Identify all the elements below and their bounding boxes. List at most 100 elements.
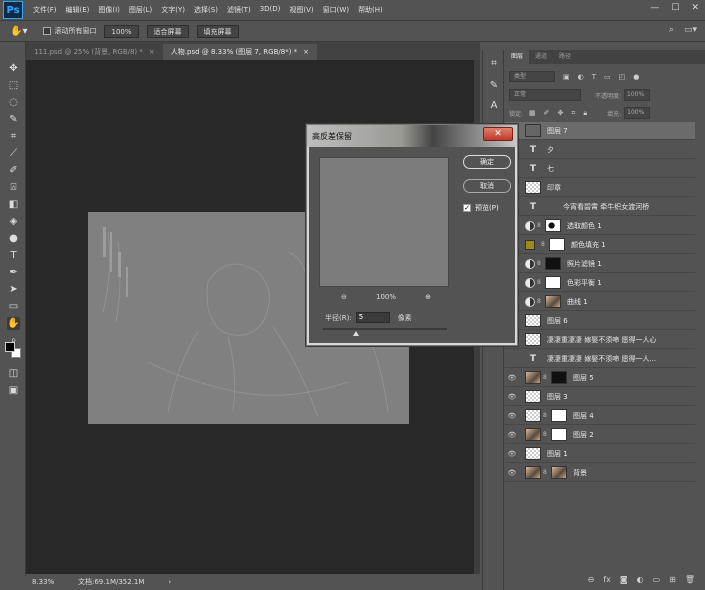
marquee-tool-icon[interactable]: ⬚ <box>7 79 20 92</box>
quick-mask-icon[interactable]: ◫ <box>7 367 20 380</box>
layer-mask[interactable] <box>551 428 567 441</box>
link-icon[interactable]: 8 <box>543 374 549 381</box>
search-icon[interactable]: ⌕ <box>669 25 674 35</box>
layer-row[interactable]: 👁︎ T 今宵看碧霄 牵牛织女渡河桥 <box>505 198 695 216</box>
zoom-level[interactable]: 8.33% <box>32 578 72 586</box>
character-icon[interactable]: A <box>488 100 500 112</box>
filter-toggle-icon[interactable]: ● <box>633 73 639 81</box>
zoom-in-icon[interactable]: ⊕ <box>425 293 431 301</box>
layer-mask[interactable] <box>551 371 567 384</box>
close-icon[interactable]: × <box>303 44 309 60</box>
history-icon[interactable]: ⌗ <box>488 58 500 70</box>
crop-tool-icon[interactable]: ⌗ <box>7 130 20 143</box>
screen-mode-icon[interactable]: ▣ <box>7 384 20 397</box>
workspace-icon[interactable]: ▭▾ <box>684 25 697 35</box>
layer-row[interactable]: 👁︎ 8 图层 4 <box>505 407 695 425</box>
brush-tool-icon[interactable]: ✐ <box>7 164 20 177</box>
smart-filter-icon[interactable]: ◰ <box>619 73 626 81</box>
hand-tool-icon[interactable]: ✋ <box>7 317 20 330</box>
eye-icon[interactable]: 👁︎ <box>505 426 519 444</box>
layer-mask[interactable] <box>545 295 561 308</box>
close-icon[interactable]: × <box>149 44 155 60</box>
menu-window[interactable]: 窗口(W) <box>323 5 349 15</box>
eye-icon[interactable]: 👁︎ <box>505 369 519 387</box>
filter-preview[interactable] <box>319 157 449 287</box>
layer-row[interactable]: 👁︎ T 凄凄重凄凄 嫁娶不须啼 愿得一人... <box>505 350 695 368</box>
path-select-icon[interactable]: ➤ <box>7 283 20 296</box>
lock-artboard-icon[interactable]: ⌗ <box>571 109 575 118</box>
layer-row[interactable]: 👁︎ 8 色彩平衡 1 <box>505 274 695 292</box>
checkbox-checked-icon[interactable]: ✓ <box>463 204 471 212</box>
radius-slider[interactable] <box>323 328 447 336</box>
layer-row[interactable]: 👁︎ 图层 6 <box>505 312 695 330</box>
new-layer-icon[interactable]: ⊞ <box>669 575 676 584</box>
menu-help[interactable]: 帮助(H) <box>358 5 383 15</box>
eye-icon[interactable]: 👁︎ <box>505 464 519 482</box>
slider-thumb[interactable] <box>353 331 359 336</box>
tab-paths[interactable]: 路径 <box>553 50 577 64</box>
link-icon[interactable]: 8 <box>543 431 549 438</box>
zoom-100-button[interactable]: 100% <box>104 24 139 38</box>
layer-mask[interactable] <box>551 466 567 479</box>
lock-position-icon[interactable]: ✥ <box>558 109 564 118</box>
link-icon[interactable]: 8 <box>537 298 543 305</box>
layer-mask[interactable] <box>549 238 565 251</box>
dodge-tool-icon[interactable]: ● <box>7 232 20 245</box>
opacity-input[interactable]: 100% <box>624 89 651 101</box>
shape-filter-icon[interactable]: ▭ <box>604 73 611 81</box>
menu-view[interactable]: 视图(V) <box>289 5 313 15</box>
layer-row[interactable]: 👁︎ 8 颜色填充 1 <box>505 236 695 254</box>
eye-icon[interactable]: 👁︎ <box>505 407 519 425</box>
maximize-button[interactable]: ☐ <box>671 3 679 13</box>
layer-row[interactable]: 👁︎ 图层 7 <box>505 122 695 140</box>
gradient-tool-icon[interactable]: ◈ <box>7 215 20 228</box>
lock-transparent-icon[interactable]: ▦ <box>529 109 536 118</box>
move-tool-icon[interactable]: ✥ <box>7 62 20 75</box>
shape-tool-icon[interactable]: ▭ <box>7 300 20 313</box>
type-tool-icon[interactable]: T <box>7 249 20 262</box>
stamp-tool-icon[interactable]: ⍓ <box>7 181 20 194</box>
blend-mode-select[interactable]: 正常 <box>509 89 581 101</box>
fx-icon[interactable]: fx <box>603 575 611 584</box>
layer-filter-select[interactable]: 类型 <box>509 71 555 82</box>
tab-channels[interactable]: 通道 <box>529 50 553 64</box>
eye-icon[interactable]: 👁︎ <box>505 445 519 463</box>
menu-3d[interactable]: 3D(D) <box>260 5 281 15</box>
layer-row[interactable]: 👁︎ 凄凄重凄凄 嫁娶不须啼 愿得一人心 <box>505 331 695 349</box>
menu-layer[interactable]: 图层(L) <box>129 5 152 15</box>
eyedropper-icon[interactable]: ⟋ <box>7 147 20 160</box>
layer-row[interactable]: 👁︎ 8 图层 2 <box>505 426 695 444</box>
layer-row[interactable]: 👁︎ T 七 <box>505 160 695 178</box>
eye-icon[interactable]: 👁︎ <box>505 350 519 368</box>
foreground-color-swatch[interactable] <box>5 342 15 352</box>
dialog-titlebar[interactable]: 高反差保留 ✕ <box>307 125 517 147</box>
radius-input[interactable]: 5 <box>355 312 390 323</box>
menu-file[interactable]: 文件(F) <box>33 5 57 15</box>
minimize-button[interactable]: — <box>650 3 659 13</box>
trash-icon[interactable]: 🗑︎ <box>685 575 695 584</box>
layer-row[interactable]: 👁︎ 8 照片滤镜 1 <box>505 255 695 273</box>
fill-input[interactable]: 100% <box>624 107 651 119</box>
dialog-close-button[interactable]: ✕ <box>483 127 513 141</box>
zoom-out-icon[interactable]: ⊖ <box>341 293 347 301</box>
layer-row[interactable]: 👁︎ 8 曲线 1 <box>505 293 695 311</box>
hand-icon[interactable]: ✋▾ <box>10 26 27 37</box>
adjustment-layer-icon[interactable]: ◐ <box>637 575 644 584</box>
eraser-tool-icon[interactable]: ◧ <box>7 198 20 211</box>
fill-screen-button[interactable]: 填充屏幕 <box>196 24 239 38</box>
preview-checkbox[interactable]: ✓ 预览(P) <box>463 203 499 213</box>
menu-image[interactable]: 图像(I) <box>98 5 120 15</box>
eye-icon[interactable]: 👁︎ <box>505 388 519 406</box>
lock-image-icon[interactable]: ✐ <box>544 109 550 118</box>
layer-mask[interactable] <box>545 276 561 289</box>
status-arrow-icon[interactable]: › <box>168 578 171 586</box>
tab-layers[interactable]: 图层 <box>505 50 530 64</box>
link-icon[interactable]: 8 <box>537 260 543 267</box>
link-layers-icon[interactable]: ⊖ <box>588 575 595 584</box>
adjustment-filter-icon[interactable]: ◐ <box>578 73 584 81</box>
link-icon[interactable]: 8 <box>537 222 543 229</box>
add-mask-icon[interactable]: ◙ <box>620 575 628 584</box>
link-icon[interactable]: 8 <box>543 412 549 419</box>
tab-renwu-psd[interactable]: 人物.psd @ 8.33% (图层 7, RGB/8*) * × <box>162 44 318 60</box>
quick-select-icon[interactable]: ✎ <box>7 113 20 126</box>
